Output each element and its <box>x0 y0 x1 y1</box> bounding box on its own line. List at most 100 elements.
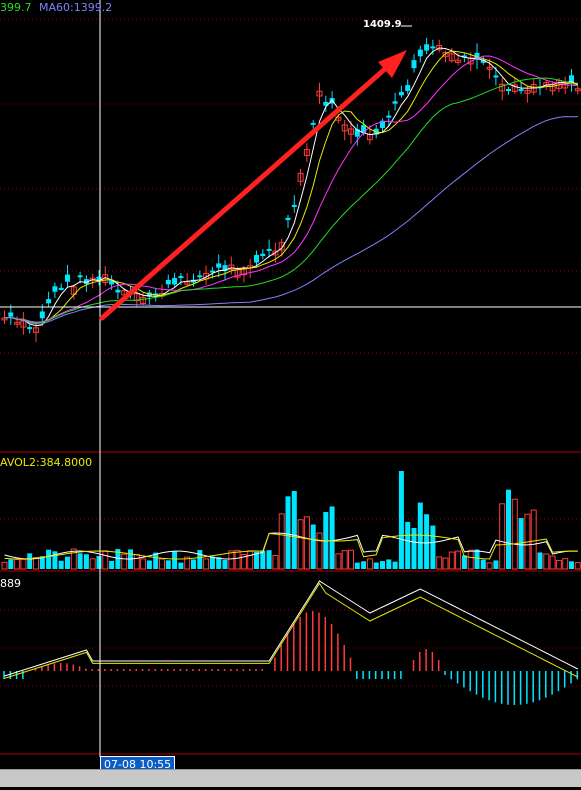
volume-bar <box>58 560 64 569</box>
volume-bar <box>398 471 404 569</box>
volume-bar <box>569 561 574 569</box>
volume-bar <box>436 556 443 570</box>
volume-bar <box>455 550 462 570</box>
ma-partial-value: 399.7 <box>0 1 32 14</box>
volume-bar <box>260 550 266 569</box>
volume-bar <box>511 498 518 570</box>
volume-bar <box>33 557 39 570</box>
volume-bar <box>197 549 203 569</box>
candle-body <box>405 85 411 91</box>
volume-bar <box>467 549 474 570</box>
volume-bar <box>272 555 279 570</box>
volume-bar <box>335 553 342 570</box>
volume-bar <box>14 558 21 570</box>
volume-bar <box>278 513 285 570</box>
volume-bar <box>178 562 184 569</box>
volume-bar <box>366 558 373 570</box>
candle-body <box>398 92 404 96</box>
candle-body <box>424 44 430 51</box>
candle-body <box>430 46 436 49</box>
volume-bar <box>386 559 392 569</box>
chart-stage[interactable]: 399.7 MA60:1399.2 1409.9 AVOL2:384.8000 … <box>0 0 581 787</box>
peak-price-label: 1409.9 <box>363 19 402 30</box>
candle-body <box>518 89 524 92</box>
volume-bar <box>442 557 449 570</box>
ma10-line <box>4 50 578 323</box>
volume-bar <box>430 525 436 569</box>
volume-bar <box>417 502 423 569</box>
volume-legend: AVOL2:384.8000 <box>0 456 93 469</box>
volume-bar <box>77 553 83 569</box>
candle-body <box>291 204 297 207</box>
volume-bar <box>493 560 499 569</box>
candle-body <box>266 248 272 251</box>
candle-body <box>310 122 316 125</box>
volume-bar <box>461 555 467 569</box>
horizontal-scrollbar[interactable] <box>0 769 581 787</box>
volume-bar <box>228 550 235 570</box>
volume-bar <box>46 549 52 569</box>
volume-bar <box>543 553 550 570</box>
candle-body <box>392 101 398 104</box>
volume-bar <box>537 552 543 569</box>
candle-body <box>285 217 291 221</box>
volume-bar <box>411 527 417 569</box>
volume-bar <box>203 558 210 570</box>
volume-bar <box>373 562 379 569</box>
candle-body <box>77 275 83 278</box>
volume-bar <box>329 506 335 569</box>
candle-body <box>411 60 417 69</box>
volume-bar <box>341 550 348 570</box>
volume-bar <box>392 561 398 569</box>
candle-body <box>58 287 64 290</box>
volume-bar <box>165 560 171 569</box>
volume-bar <box>480 559 486 569</box>
candle-body <box>493 75 499 78</box>
volume-bar <box>316 532 323 570</box>
candle-body <box>197 275 203 278</box>
volume-bar <box>96 556 102 569</box>
chart-canvas[interactable] <box>0 0 581 786</box>
grid-lines <box>0 18 581 755</box>
candle-body <box>172 277 178 285</box>
volume-bar <box>549 555 556 570</box>
ma30-line <box>4 77 578 324</box>
macd-dea-line <box>4 582 579 679</box>
candle-body <box>260 253 266 256</box>
volume-bar <box>234 549 241 570</box>
candle-body <box>216 263 222 268</box>
volume-bar <box>303 516 310 570</box>
volume-bar <box>291 491 297 569</box>
candle-body <box>386 115 392 118</box>
volume-bar <box>424 514 430 569</box>
price-panel <box>1 37 581 343</box>
ma20-line <box>4 55 578 323</box>
ma60-value: MA60:1399.2 <box>39 1 113 14</box>
volume-bar <box>574 562 581 570</box>
volume-bar <box>562 558 569 570</box>
macd-panel <box>3 580 579 705</box>
volume-ma-yellow <box>4 532 578 560</box>
volume-bar <box>191 559 196 569</box>
volume-bar <box>506 489 511 569</box>
volume-bar <box>555 559 562 570</box>
volume-panel <box>1 471 581 570</box>
volume-bar <box>146 560 152 569</box>
candle-body <box>569 75 574 83</box>
volume-bar <box>140 558 147 570</box>
volume-bar <box>133 554 140 570</box>
volume-bar <box>448 551 455 570</box>
volume-bar <box>20 558 27 570</box>
ma-legend: 399.7 MA60:1399.2 <box>0 1 112 14</box>
ma60-line <box>4 116 578 325</box>
volume-bar <box>530 509 537 570</box>
candle-body <box>8 312 14 317</box>
candle-body <box>254 254 259 263</box>
volume-bar <box>83 554 89 569</box>
volume-bar <box>247 550 254 570</box>
volume-bar <box>159 558 165 570</box>
overlay-layer <box>0 0 581 757</box>
volume-bar <box>209 556 215 569</box>
volume-bar <box>348 549 354 570</box>
volume-bar <box>499 503 506 570</box>
